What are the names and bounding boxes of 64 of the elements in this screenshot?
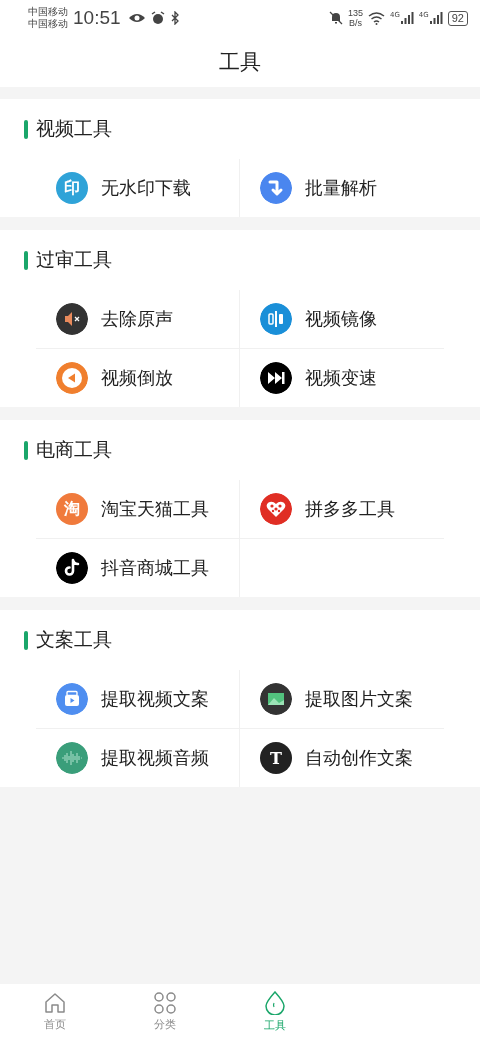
tool-item[interactable]: 去除原声 [36,290,240,349]
accent-bar [24,630,28,650]
tool-label: 视频镜像 [305,307,377,331]
shop-icon: 淘 [56,493,88,525]
tool-item[interactable]: 批量解析 [240,159,444,217]
drop-icon [264,991,286,1015]
net-speed-unit: B/s [348,18,362,28]
tool-label: 提取视频文案 [101,687,209,711]
tab-bar-item[interactable]: 分类 [110,984,220,1040]
tool-label: 视频倒放 [101,366,173,390]
accent-bar [24,250,28,270]
sound-wave-icon [56,742,88,774]
wifi-icon [367,11,385,25]
accent-bar [24,119,28,139]
tool-label: 淘宝天猫工具 [101,497,209,521]
section-title: 电商工具 [36,437,112,462]
net-speed: 135 [347,8,363,18]
tool-item[interactable]: 淘 淘宝天猫工具 [36,480,240,539]
page-title: 工具 [219,48,261,76]
grid-icon [154,992,176,1014]
reverse-icon [56,362,88,394]
tool-item[interactable]: 拼多多工具 [240,480,444,539]
tool-item[interactable]: 提取视频音频 [36,729,240,787]
tool-label: 提取视频音频 [101,746,209,770]
tool-item[interactable]: 提取图片文案 [240,670,444,729]
section-title: 文案工具 [36,627,112,652]
signal-icon [429,12,443,24]
video-icon [56,683,88,715]
muted-bell-icon [328,11,343,25]
tool-item[interactable]: 视频镜像 [240,290,444,349]
mirror-icon [260,303,292,335]
tool-label: 提取图片文案 [305,687,413,711]
tool-label: 去除原声 [101,307,173,331]
tool-item[interactable]: 提取视频文案 [36,670,240,729]
accent-bar [24,440,28,460]
tool-label: 批量解析 [305,176,377,200]
tool-label: 自动创作文案 [305,746,413,770]
fast-forward-icon [260,362,292,394]
tool-item[interactable]: 视频变速 [240,349,444,407]
home-icon [44,992,66,1014]
mute-icon [56,303,88,335]
section-title: 过审工具 [36,247,112,272]
section-title: 视频工具 [36,116,112,141]
tool-label: 抖音商城工具 [101,556,209,580]
alarm-icon [150,11,165,25]
signal-icon [400,12,414,24]
bluetooth-icon [169,11,180,25]
carrier-label: 中国移动 [28,6,68,18]
image-icon [260,683,292,715]
carrier-label: 中国移动 [28,18,68,30]
tool-label: 无水印下载 [101,176,191,200]
clock-time: 10:51 [73,7,121,29]
tool-item[interactable]: 视频倒放 [36,349,240,407]
battery-level: 92 [447,10,468,26]
text-icon: T [260,742,292,774]
music-note-icon [56,552,88,584]
tool-item[interactable]: 印 无水印下载 [36,159,240,217]
tool-item[interactable]: 抖音商城工具 [36,539,240,597]
tool-label: 视频变速 [305,366,377,390]
tool-item[interactable]: T 自动创作文案 [240,729,444,787]
tool-label: 拼多多工具 [305,497,395,521]
tab-bar-item[interactable]: 首页 [0,984,110,1040]
download-icon: 印 [56,172,88,204]
eye-icon [127,12,146,24]
